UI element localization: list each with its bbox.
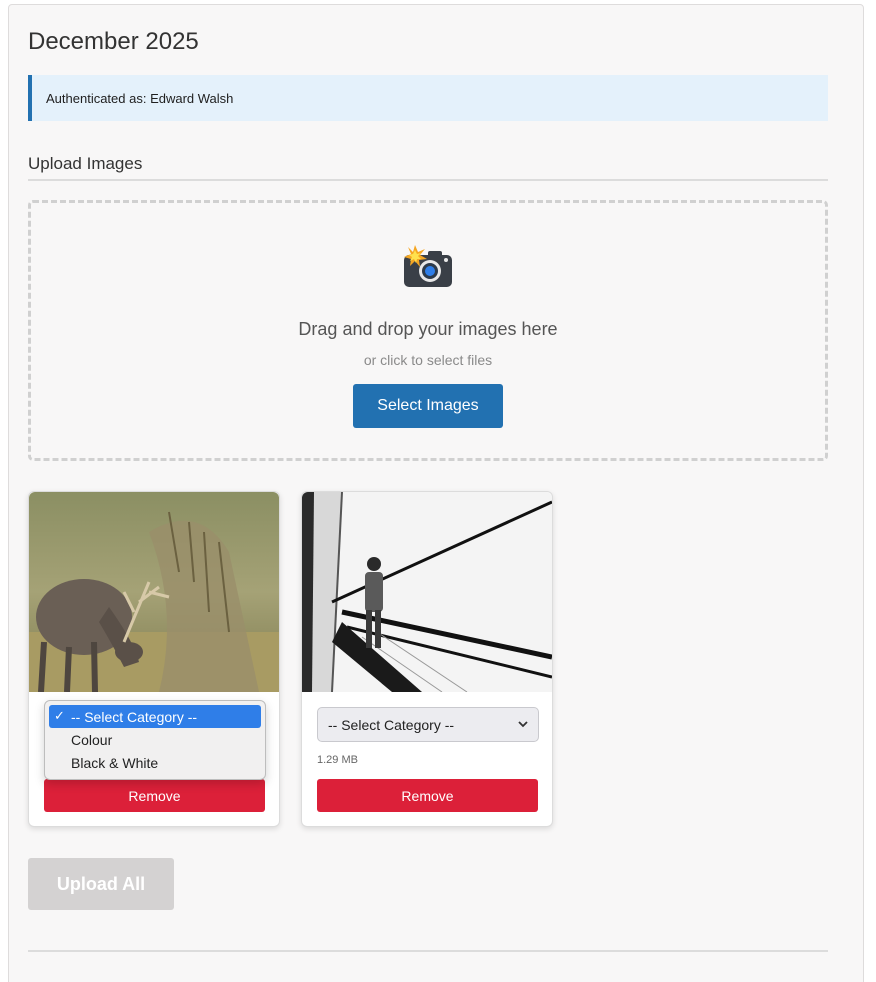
chevron-down-icon	[518, 721, 528, 728]
category-option[interactable]: ✓ -- Select Category --	[49, 705, 261, 728]
page-title: December 2025	[28, 28, 199, 55]
checkmark-icon: ✓	[54, 708, 65, 723]
camera-flash-icon	[404, 245, 452, 287]
image-card: ✓ -- Select Category -- Colour Black & W…	[28, 491, 280, 827]
deer-stag-photo	[29, 492, 279, 692]
drop-subtext: or click to select files	[363, 352, 493, 368]
auth-notice: Authenticated as: Edward Walsh	[28, 75, 828, 121]
drop-instructions: Drag and drop your images here	[298, 319, 558, 339]
image-card: -- Select Category -- 1.29 MB Remove	[301, 491, 553, 827]
upload-all-button[interactable]: Upload All	[28, 858, 174, 910]
category-select-value: -- Select Category --	[328, 716, 455, 733]
image-dropzone[interactable]: Drag and drop your images here or click …	[28, 200, 828, 461]
category-option-label: Colour	[71, 731, 113, 748]
remove-button[interactable]: Remove	[44, 779, 265, 812]
select-images-button[interactable]: Select Images	[353, 384, 503, 428]
file-size: 1.29 MB	[317, 754, 358, 766]
auth-text: Authenticated as: Edward Walsh	[46, 90, 234, 106]
category-option[interactable]: Black & White	[49, 751, 261, 774]
escalator-bw-photo	[302, 492, 552, 692]
category-option-label: Black & White	[71, 754, 159, 771]
divider	[28, 950, 828, 952]
category-option[interactable]: Colour	[49, 728, 261, 751]
remove-button[interactable]: Remove	[317, 779, 538, 812]
category-select[interactable]: -- Select Category --	[317, 707, 539, 742]
category-option-label: -- Select Category --	[71, 708, 198, 725]
upload-heading: Upload Images	[28, 154, 828, 181]
category-dropdown-menu[interactable]: ✓ -- Select Category -- Colour Black & W…	[44, 700, 266, 780]
